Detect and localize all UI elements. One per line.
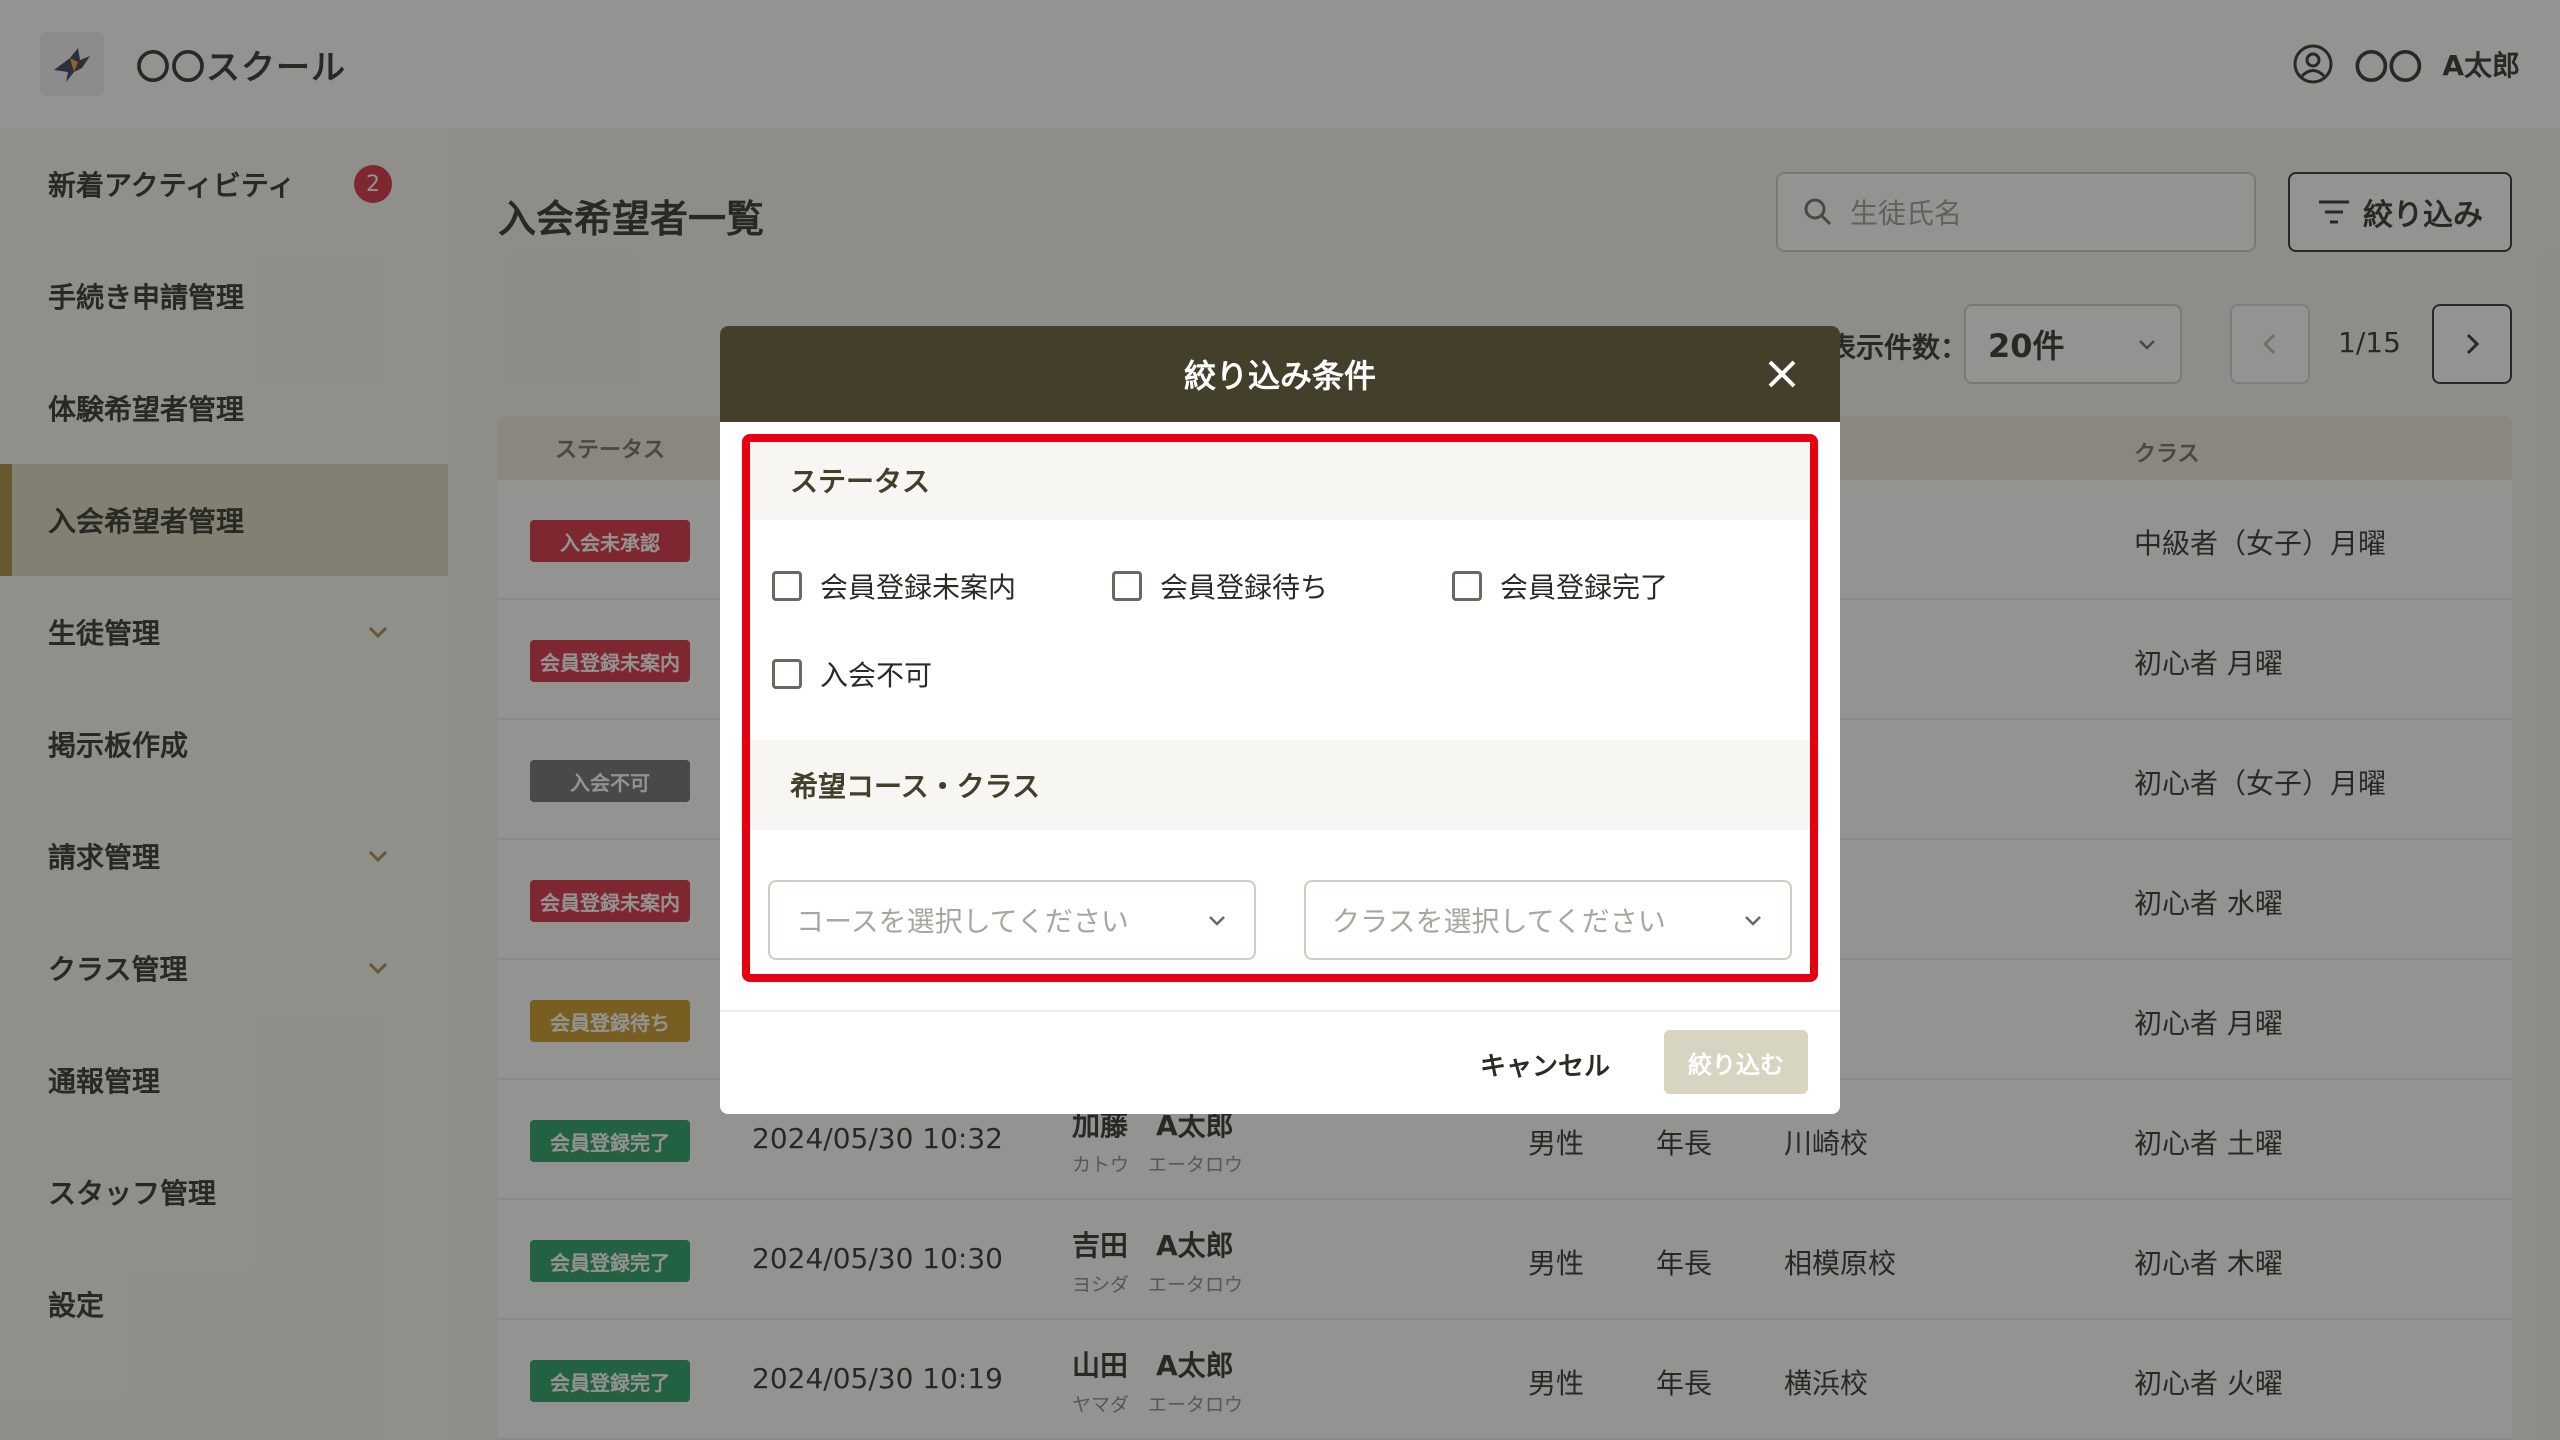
filter-modal: 絞り込み条件 ステータス 会員登録未案内 会員登録待ち 会員登録完了 入会不可 … [720,326,1840,1114]
course-select-placeholder: コースを選択してください [796,905,1129,938]
chevron-down-icon [1209,916,1225,926]
status-checkbox-complete[interactable]: 会員登録完了 [1452,566,1668,606]
modal-footer-divider [720,1010,1840,1012]
chevron-down-icon [1745,916,1761,926]
course-select[interactable]: コースを選択してください [768,880,1256,960]
modal-title: 絞り込み条件 [1183,357,1376,395]
checkbox-label: 会員登録待ち [1160,571,1329,604]
cancel-button[interactable]: キャンセル [1480,1046,1610,1083]
course-section-heading: 希望コース・クラス [740,740,1820,830]
apply-filter-button[interactable]: 絞り込む [1664,1030,1808,1094]
checkbox-box[interactable] [1112,571,1142,601]
checkbox-label: 会員登録完了 [1500,571,1669,604]
class-select[interactable]: クラスを選択してください [1304,880,1792,960]
checkbox-label: 入会不可 [820,659,933,692]
modal-header: 絞り込み条件 [720,326,1840,422]
status-checkbox-unguided[interactable]: 会員登録未案内 [772,566,1016,606]
checkbox-box[interactable] [772,571,802,601]
status-section-heading: ステータス [740,440,1820,520]
status-checkbox-rejected[interactable]: 入会不可 [772,654,932,694]
class-select-placeholder: クラスを選択してください [1332,905,1666,938]
checkbox-label: 会員登録未案内 [820,571,1017,604]
status-checkbox-waiting[interactable]: 会員登録待ち [1112,566,1328,606]
checkbox-box[interactable] [772,659,802,689]
checkbox-box[interactable] [1452,571,1482,601]
close-icon[interactable] [1764,356,1800,392]
